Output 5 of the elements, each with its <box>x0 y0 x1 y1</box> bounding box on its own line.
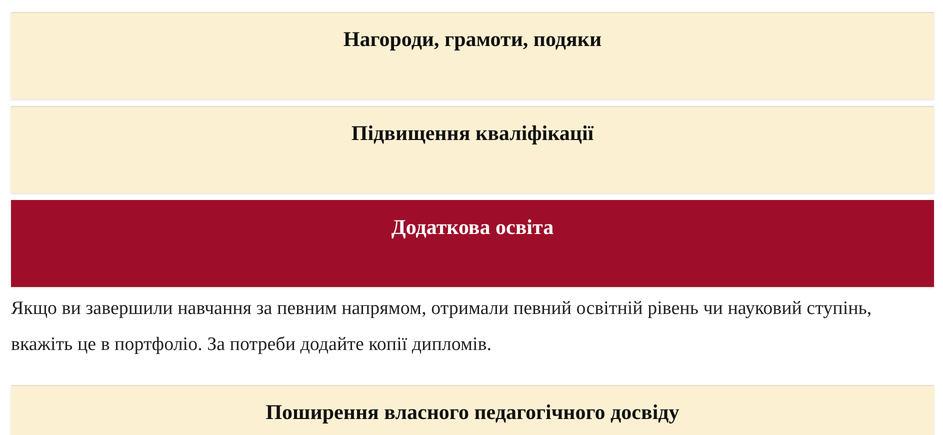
accordion-header[interactable]: Поширення власного педагогічного досвіду <box>11 385 934 435</box>
accordion-header[interactable]: Нагороди, грамоти, подяки <box>11 12 934 99</box>
accordion-header[interactable]: Додаткова освіта <box>11 200 934 287</box>
accordion-header[interactable]: Підвищення кваліфікації <box>11 106 934 193</box>
section-text: Якщо ви завершили навчання за певним напрямом, отримали певний освітній рівень чи науковий ступінь, вкажіть це в портфоліо. За потреби додайте копії дипломів. <box>11 297 873 357</box>
